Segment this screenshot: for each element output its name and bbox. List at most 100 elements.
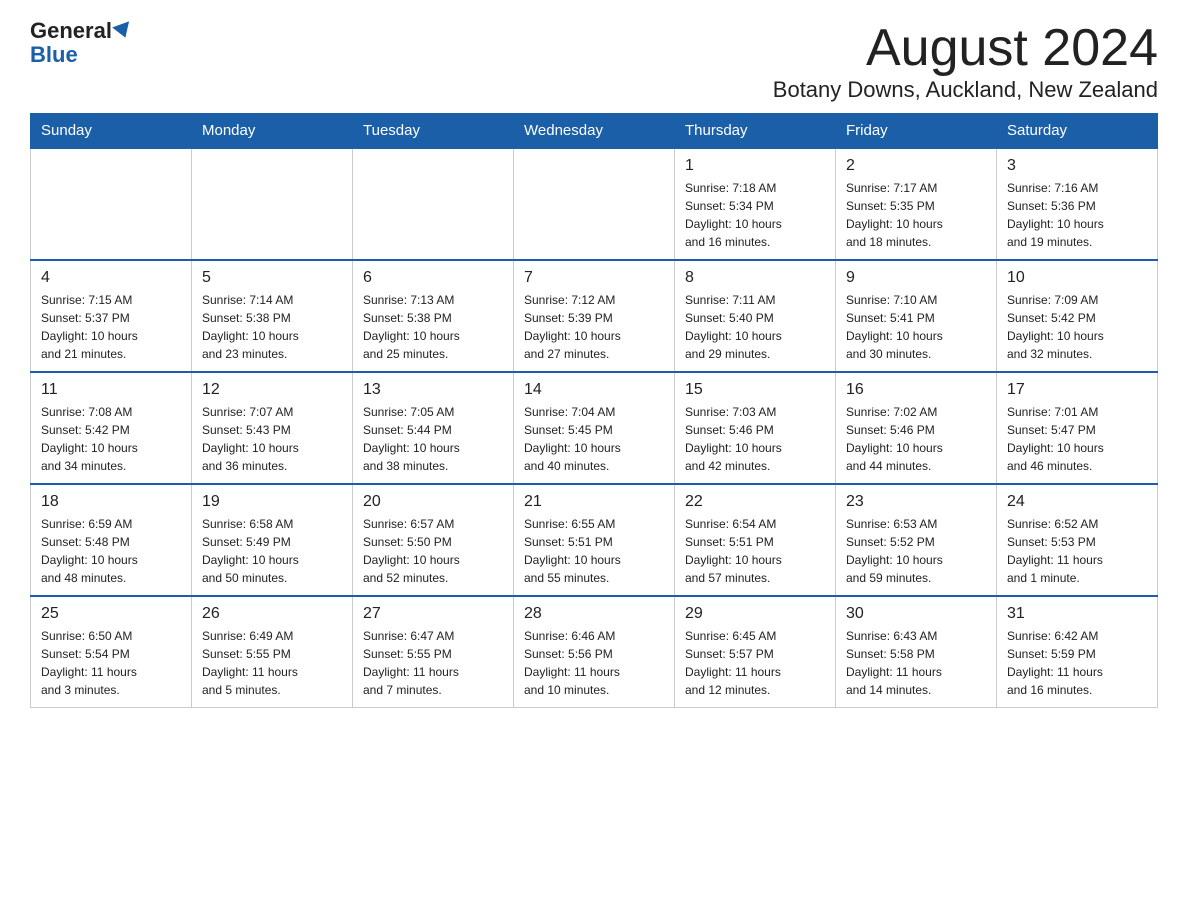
calendar-cell: 24 Sunrise: 6:52 AMSunset: 5:53 PMDayligh… (997, 484, 1158, 596)
calendar-cell: 3 Sunrise: 7:16 AMSunset: 5:36 PMDaylight… (997, 148, 1158, 260)
day-info: Sunrise: 6:58 AMSunset: 5:49 PMDaylight:… (202, 515, 342, 587)
calendar-cell: 31 Sunrise: 6:42 AMSunset: 5:59 PMDayligh… (997, 596, 1158, 708)
day-info: Sunrise: 7:18 AMSunset: 5:34 PMDaylight:… (685, 179, 825, 251)
day-info: Sunrise: 7:08 AMSunset: 5:42 PMDaylight:… (41, 403, 181, 475)
day-info: Sunrise: 7:17 AMSunset: 5:35 PMDaylight:… (846, 179, 986, 251)
day-number: 25 (41, 605, 181, 623)
day-info: Sunrise: 7:07 AMSunset: 5:43 PMDaylight:… (202, 403, 342, 475)
day-info: Sunrise: 6:57 AMSunset: 5:50 PMDaylight:… (363, 515, 503, 587)
day-info: Sunrise: 6:50 AMSunset: 5:54 PMDaylight:… (41, 627, 181, 699)
calendar-cell: 12 Sunrise: 7:07 AMSunset: 5:43 PMDayligh… (192, 372, 353, 484)
calendar-cell: 27 Sunrise: 6:47 AMSunset: 5:55 PMDayligh… (353, 596, 514, 708)
calendar-cell: 15 Sunrise: 7:03 AMSunset: 5:46 PMDayligh… (675, 372, 836, 484)
day-number: 21 (524, 493, 664, 511)
calendar-cell: 13Sunrise: 7:05 AMSunset: 5:44 PMDayligh… (353, 372, 514, 484)
week-row-3: 11 Sunrise: 7:08 AMSunset: 5:42 PMDayligh… (31, 372, 1158, 484)
calendar-cell: 19 Sunrise: 6:58 AMSunset: 5:49 PMDayligh… (192, 484, 353, 596)
day-number: 2 (846, 157, 986, 175)
calendar-cell: 10 Sunrise: 7:09 AMSunset: 5:42 PMDayligh… (997, 260, 1158, 372)
week-row-2: 4 Sunrise: 7:15 AMSunset: 5:37 PMDaylight… (31, 260, 1158, 372)
day-info: Sunrise: 6:42 AMSunset: 5:59 PMDaylight:… (1007, 627, 1147, 699)
calendar-cell: 11 Sunrise: 7:08 AMSunset: 5:42 PMDayligh… (31, 372, 192, 484)
header: General Blue August 2024 Botany Downs, A… (30, 20, 1158, 103)
calendar-cell: 8 Sunrise: 7:11 AMSunset: 5:40 PMDaylight… (675, 260, 836, 372)
calendar-header-row: Sunday Monday Tuesday Wednesday Thursday… (31, 114, 1158, 149)
day-number: 12 (202, 381, 342, 399)
calendar-cell: 22 Sunrise: 6:54 AMSunset: 5:51 PMDayligh… (675, 484, 836, 596)
calendar-cell (31, 148, 192, 260)
day-number: 4 (41, 269, 181, 287)
day-info: Sunrise: 6:54 AMSunset: 5:51 PMDaylight:… (685, 515, 825, 587)
day-info: Sunrise: 6:59 AMSunset: 5:48 PMDaylight:… (41, 515, 181, 587)
col-monday: Monday (192, 114, 353, 149)
calendar-cell: 18 Sunrise: 6:59 AMSunset: 5:48 PMDayligh… (31, 484, 192, 596)
day-number: 8 (685, 269, 825, 287)
day-number: 17 (1007, 381, 1147, 399)
day-number: 10 (1007, 269, 1147, 287)
day-info: Sunrise: 6:55 AMSunset: 5:51 PMDaylight:… (524, 515, 664, 587)
day-info: Sunrise: 6:52 AMSunset: 5:53 PMDaylight:… (1007, 515, 1147, 587)
day-number: 31 (1007, 605, 1147, 623)
day-info: Sunrise: 7:12 AMSunset: 5:39 PMDaylight:… (524, 291, 664, 363)
day-info: Sunrise: 7:13 AMSunset: 5:38 PMDaylight:… (363, 291, 503, 363)
day-info: Sunrise: 7:15 AMSunset: 5:37 PMDaylight:… (41, 291, 181, 363)
day-number: 15 (685, 381, 825, 399)
day-number: 22 (685, 493, 825, 511)
location-subtitle: Botany Downs, Auckland, New Zealand (773, 77, 1158, 103)
day-number: 9 (846, 269, 986, 287)
day-number: 11 (41, 381, 181, 399)
day-number: 1 (685, 157, 825, 175)
calendar-cell (514, 148, 675, 260)
col-thursday: Thursday (675, 114, 836, 149)
calendar-cell: 5Sunrise: 7:14 AMSunset: 5:38 PMDaylight… (192, 260, 353, 372)
day-number: 3 (1007, 157, 1147, 175)
calendar-cell: 21 Sunrise: 6:55 AMSunset: 5:51 PMDayligh… (514, 484, 675, 596)
day-number: 18 (41, 493, 181, 511)
calendar-cell: 14 Sunrise: 7:04 AMSunset: 5:45 PMDayligh… (514, 372, 675, 484)
day-number: 14 (524, 381, 664, 399)
calendar-table: Sunday Monday Tuesday Wednesday Thursday… (30, 113, 1158, 708)
calendar-cell: 4 Sunrise: 7:15 AMSunset: 5:37 PMDaylight… (31, 260, 192, 372)
week-row-4: 18 Sunrise: 6:59 AMSunset: 5:48 PMDayligh… (31, 484, 1158, 596)
col-saturday: Saturday (997, 114, 1158, 149)
day-info: Sunrise: 7:09 AMSunset: 5:42 PMDaylight:… (1007, 291, 1147, 363)
day-number: 7 (524, 269, 664, 287)
day-info: Sunrise: 7:14 AMSunset: 5:38 PMDaylight:… (202, 291, 342, 363)
day-number: 28 (524, 605, 664, 623)
logo: General Blue (30, 20, 132, 68)
day-number: 30 (846, 605, 986, 623)
calendar-cell: 20 Sunrise: 6:57 AMSunset: 5:50 PMDayligh… (353, 484, 514, 596)
day-info: Sunrise: 6:46 AMSunset: 5:56 PMDaylight:… (524, 627, 664, 699)
day-info: Sunrise: 7:11 AMSunset: 5:40 PMDaylight:… (685, 291, 825, 363)
day-number: 20 (363, 493, 503, 511)
calendar-cell: 2 Sunrise: 7:17 AMSunset: 5:35 PMDaylight… (836, 148, 997, 260)
day-info: Sunrise: 6:45 AMSunset: 5:57 PMDaylight:… (685, 627, 825, 699)
day-number: 24 (1007, 493, 1147, 511)
calendar-cell: 29Sunrise: 6:45 AMSunset: 5:57 PMDayligh… (675, 596, 836, 708)
calendar-cell: 26 Sunrise: 6:49 AMSunset: 5:55 PMDayligh… (192, 596, 353, 708)
day-info: Sunrise: 7:04 AMSunset: 5:45 PMDaylight:… (524, 403, 664, 475)
col-sunday: Sunday (31, 114, 192, 149)
day-info: Sunrise: 7:01 AMSunset: 5:47 PMDaylight:… (1007, 403, 1147, 475)
logo-general-text: General (30, 20, 112, 42)
day-info: Sunrise: 7:16 AMSunset: 5:36 PMDaylight:… (1007, 179, 1147, 251)
calendar-cell: 1 Sunrise: 7:18 AMSunset: 5:34 PMDaylight… (675, 148, 836, 260)
day-number: 19 (202, 493, 342, 511)
calendar-cell: 6 Sunrise: 7:13 AMSunset: 5:38 PMDaylight… (353, 260, 514, 372)
calendar-cell: 28 Sunrise: 6:46 AMSunset: 5:56 PMDayligh… (514, 596, 675, 708)
day-info: Sunrise: 7:10 AMSunset: 5:41 PMDaylight:… (846, 291, 986, 363)
calendar-cell (192, 148, 353, 260)
day-info: Sunrise: 7:03 AMSunset: 5:46 PMDaylight:… (685, 403, 825, 475)
day-number: 26 (202, 605, 342, 623)
day-info: Sunrise: 6:47 AMSunset: 5:55 PMDaylight:… (363, 627, 503, 699)
day-info: Sunrise: 7:02 AMSunset: 5:46 PMDaylight:… (846, 403, 986, 475)
week-row-5: 25 Sunrise: 6:50 AMSunset: 5:54 PMDayligh… (31, 596, 1158, 708)
calendar-cell: 17 Sunrise: 7:01 AMSunset: 5:47 PMDayligh… (997, 372, 1158, 484)
month-title: August 2024 (773, 20, 1158, 77)
day-number: 27 (363, 605, 503, 623)
day-number: 6 (363, 269, 503, 287)
calendar-cell: 25 Sunrise: 6:50 AMSunset: 5:54 PMDayligh… (31, 596, 192, 708)
week-row-1: 1 Sunrise: 7:18 AMSunset: 5:34 PMDaylight… (31, 148, 1158, 260)
day-info: Sunrise: 6:49 AMSunset: 5:55 PMDaylight:… (202, 627, 342, 699)
day-info: Sunrise: 6:53 AMSunset: 5:52 PMDaylight:… (846, 515, 986, 587)
